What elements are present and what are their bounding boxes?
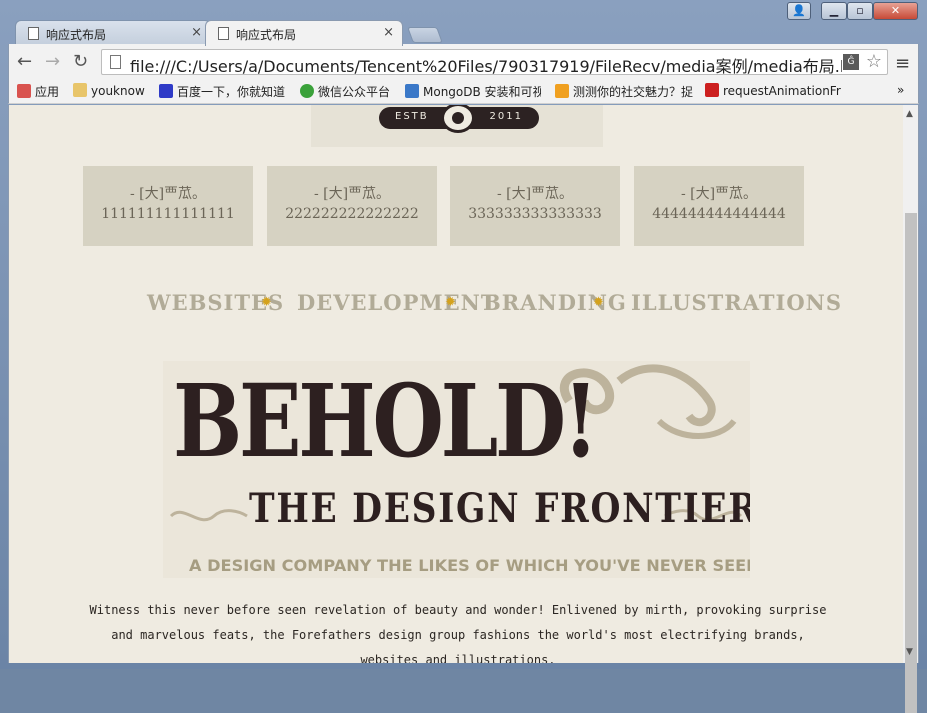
translate-icon[interactable]: Ĝ bbox=[843, 54, 859, 70]
swirl-icon bbox=[169, 509, 248, 522]
address-bar[interactable]: file:///C:/Users/a/Documents/Tencent%20F… bbox=[101, 49, 888, 77]
estb-year: 2011 bbox=[489, 111, 523, 122]
bowtie-icon bbox=[705, 83, 719, 97]
site-nav: WEBSITES ✹ DEVELOPMENT ✹ BRANDING ✹ ILLU… bbox=[147, 290, 841, 318]
hero-subheadline: THE DESIGN FRONTIER bbox=[249, 485, 750, 532]
box-line1: - [大]覀苽。 bbox=[129, 186, 207, 202]
bookmark-social[interactable]: 测测你的社交魅力？捉 bbox=[555, 83, 693, 100]
bookmarks-overflow-icon[interactable]: » bbox=[897, 83, 904, 97]
bookmark-label: 应用 bbox=[35, 85, 60, 99]
eye-icon bbox=[441, 105, 475, 133]
bookmark-apps[interactable]: 应用 bbox=[17, 83, 59, 100]
box-line2: 222222222222222 bbox=[285, 206, 419, 222]
star-icon[interactable]: ☆ bbox=[866, 51, 882, 72]
tab-title: 响应式布局 bbox=[236, 28, 297, 42]
hero-banner: BEHOLD! THE DESIGN FRONTIER A DESIGN COM… bbox=[163, 361, 750, 578]
info-box: - [大]覀苽。 333333333333333 bbox=[450, 166, 620, 246]
title-bar: 响应式布局 × 响应式布局 × 👤 ▁ ▫ ✕ bbox=[0, 0, 927, 46]
bookmarks-bar: 应用 youknow 百度一下，你就知道 微信公众平台 MongoDB 安装和可… bbox=[8, 80, 919, 104]
maximize-button[interactable]: ▫ bbox=[847, 2, 873, 20]
page-viewport: ESTB 2011 - [大]覀苽。 111111111111111 - [大]… bbox=[8, 105, 903, 663]
sun-icon: ✹ bbox=[445, 295, 456, 310]
page-icon bbox=[218, 27, 229, 40]
hero-tagline: A DESIGN COMPANY THE LIKES OF WHICH YOU'… bbox=[189, 556, 750, 575]
browser-window: 响应式布局 × 响应式布局 × 👤 ▁ ▫ ✕ ← → ↻ file:///C:… bbox=[0, 0, 927, 713]
logo: ESTB 2011 bbox=[311, 105, 603, 147]
mongodb-icon bbox=[405, 84, 419, 98]
new-tab-button[interactable] bbox=[407, 27, 443, 43]
box-line1: - [大]覀苽。 bbox=[313, 186, 391, 202]
info-box: - [大]覀苽。 444444444444444 bbox=[634, 166, 804, 246]
minimize-button[interactable]: ▁ bbox=[821, 2, 847, 20]
bookmark-label: MongoDB 安装和可视 bbox=[423, 85, 541, 99]
bookmark-wechat[interactable]: 微信公众平台 bbox=[300, 83, 390, 100]
nav-branding[interactable]: BRANDING bbox=[483, 290, 627, 315]
sun-icon: ✹ bbox=[261, 295, 272, 310]
nav-illustrations[interactable]: ILLUSTRATIONS bbox=[631, 290, 842, 315]
bookmark-label: 测测你的社交魅力？捉 bbox=[573, 85, 693, 99]
box-row: - [大]覀苽。 111111111111111 - [大]覀苽。 222222… bbox=[83, 166, 813, 246]
estb-banner: ESTB 2011 bbox=[379, 105, 539, 133]
close-window-button[interactable]: ✕ bbox=[873, 2, 918, 20]
scrollbar-thumb[interactable] bbox=[905, 213, 917, 713]
info-box: - [大]覀苽。 111111111111111 bbox=[83, 166, 253, 246]
hero-headline: BEHOLD! bbox=[173, 362, 599, 480]
sun-icon: ✹ bbox=[593, 295, 604, 310]
folder-icon bbox=[73, 83, 87, 97]
scroll-down-icon[interactable]: ▼ bbox=[906, 647, 913, 657]
info-box: - [大]覀苽。 222222222222222 bbox=[267, 166, 437, 246]
reload-icon[interactable]: ↻ bbox=[73, 51, 88, 72]
page-icon bbox=[110, 55, 121, 69]
nav-development[interactable]: DEVELOPMENT bbox=[297, 290, 497, 315]
page-icon bbox=[28, 27, 39, 40]
tab-close-icon[interactable]: × bbox=[191, 25, 202, 40]
bookmark-label: youknow bbox=[91, 84, 145, 98]
box-line1: - [大]覀苽。 bbox=[496, 186, 574, 202]
bookmark-label: 百度一下，你就知道 bbox=[177, 85, 286, 99]
forward-icon[interactable]: → bbox=[45, 51, 60, 72]
url-text[interactable]: file:///C:/Users/a/Documents/Tencent%20F… bbox=[130, 53, 842, 77]
tab-1[interactable]: 响应式布局 × bbox=[15, 20, 211, 46]
back-icon[interactable]: ← bbox=[17, 51, 32, 72]
bookmark-raf[interactable]: requestAnimationFr bbox=[705, 83, 843, 98]
bookmark-mongodb[interactable]: MongoDB 安装和可视 bbox=[405, 83, 541, 100]
tab-close-icon[interactable]: × bbox=[383, 25, 394, 40]
tab-2[interactable]: 响应式布局 × bbox=[205, 20, 403, 46]
scroll-up-icon[interactable]: ▲ bbox=[906, 109, 913, 119]
vertical-scrollbar[interactable]: ▲ ▼ bbox=[903, 105, 919, 713]
box-line1: - [大]覀苽。 bbox=[680, 186, 758, 202]
box-line2: 333333333333333 bbox=[468, 206, 602, 222]
wechat-icon bbox=[300, 84, 314, 98]
bookmark-label: requestAnimationFr bbox=[723, 84, 841, 98]
bookmark-youknow[interactable]: youknow bbox=[73, 83, 145, 98]
tab-title: 响应式布局 bbox=[46, 28, 107, 42]
box-line2: 111111111111111 bbox=[101, 206, 235, 222]
menu-icon[interactable]: ≡ bbox=[895, 53, 910, 74]
apps-icon bbox=[17, 84, 31, 98]
baidu-icon bbox=[159, 84, 173, 98]
estb-label: ESTB bbox=[395, 111, 429, 122]
user-icon[interactable]: 👤 bbox=[787, 2, 811, 20]
box-line2: 444444444444444 bbox=[652, 206, 786, 222]
m-icon bbox=[555, 84, 569, 98]
browser-toolbar: ← → ↻ file:///C:/Users/a/Documents/Tence… bbox=[8, 44, 919, 80]
bookmark-label: 微信公众平台 bbox=[318, 85, 391, 99]
intro-paragraph: Witness this never before seen revelatio… bbox=[89, 603, 827, 663]
bookmark-baidu[interactable]: 百度一下，你就知道 bbox=[159, 83, 285, 100]
